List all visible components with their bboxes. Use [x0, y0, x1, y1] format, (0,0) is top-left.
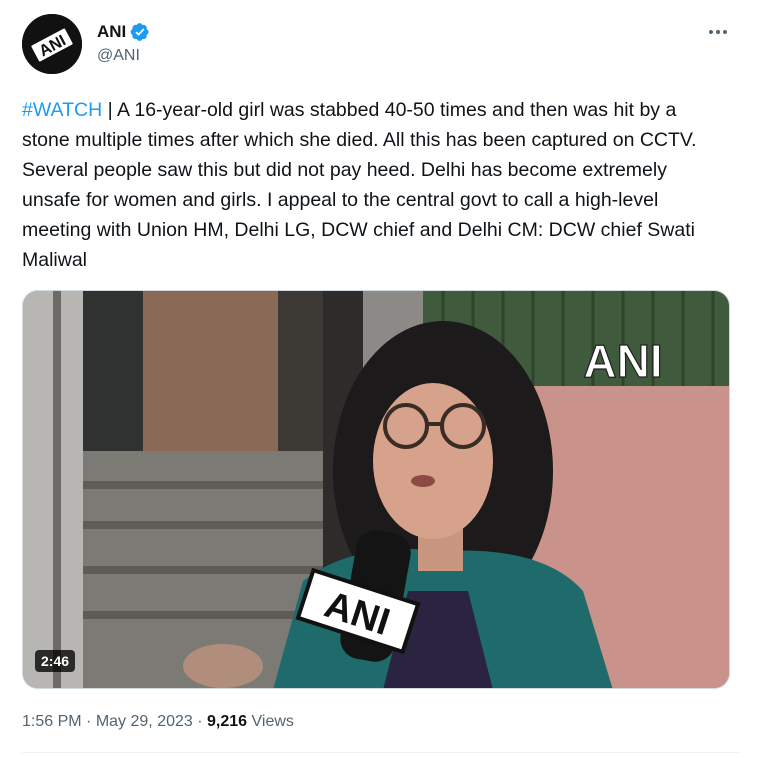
views-count: 9,216 — [207, 713, 248, 730]
separator: · — [197, 713, 203, 730]
author-block: ANI @ANI — [97, 22, 150, 66]
separator: · — [86, 713, 92, 730]
tweet-meta: 1:56 PM · May 29, 2023 · 9,216 Views — [22, 712, 294, 732]
divider — [22, 752, 740, 753]
hashtag-link[interactable]: #WATCH — [22, 99, 102, 121]
views-label: Views — [251, 713, 294, 730]
tweet-text: #WATCH | A 16-year-old girl was stabbed … — [22, 95, 722, 275]
tweet-body: | A 16-year-old girl was stabbed 40-50 t… — [22, 99, 697, 271]
video-duration-badge: 2:46 — [35, 650, 76, 672]
avatar[interactable]: ANI — [22, 14, 82, 74]
ani-logo-icon: ANI — [22, 14, 82, 74]
tweet: ANI ANI @ANI #WATCH | A 16-year-old girl… — [0, 0, 761, 758]
ani-watermark: ANI — [583, 335, 662, 387]
timestamp-date[interactable]: May 29, 2023 — [96, 713, 193, 730]
verified-badge-icon[interactable] — [130, 22, 150, 42]
video-player[interactable]: ANI ANI 2:46 — [22, 290, 730, 689]
author-handle[interactable]: @ANI — [97, 46, 150, 66]
timestamp-time[interactable]: 1:56 PM — [22, 713, 82, 730]
more-options-icon[interactable] — [705, 22, 731, 42]
author-name[interactable]: ANI — [97, 22, 126, 42]
video-thumbnail: ANI ANI — [23, 291, 729, 688]
